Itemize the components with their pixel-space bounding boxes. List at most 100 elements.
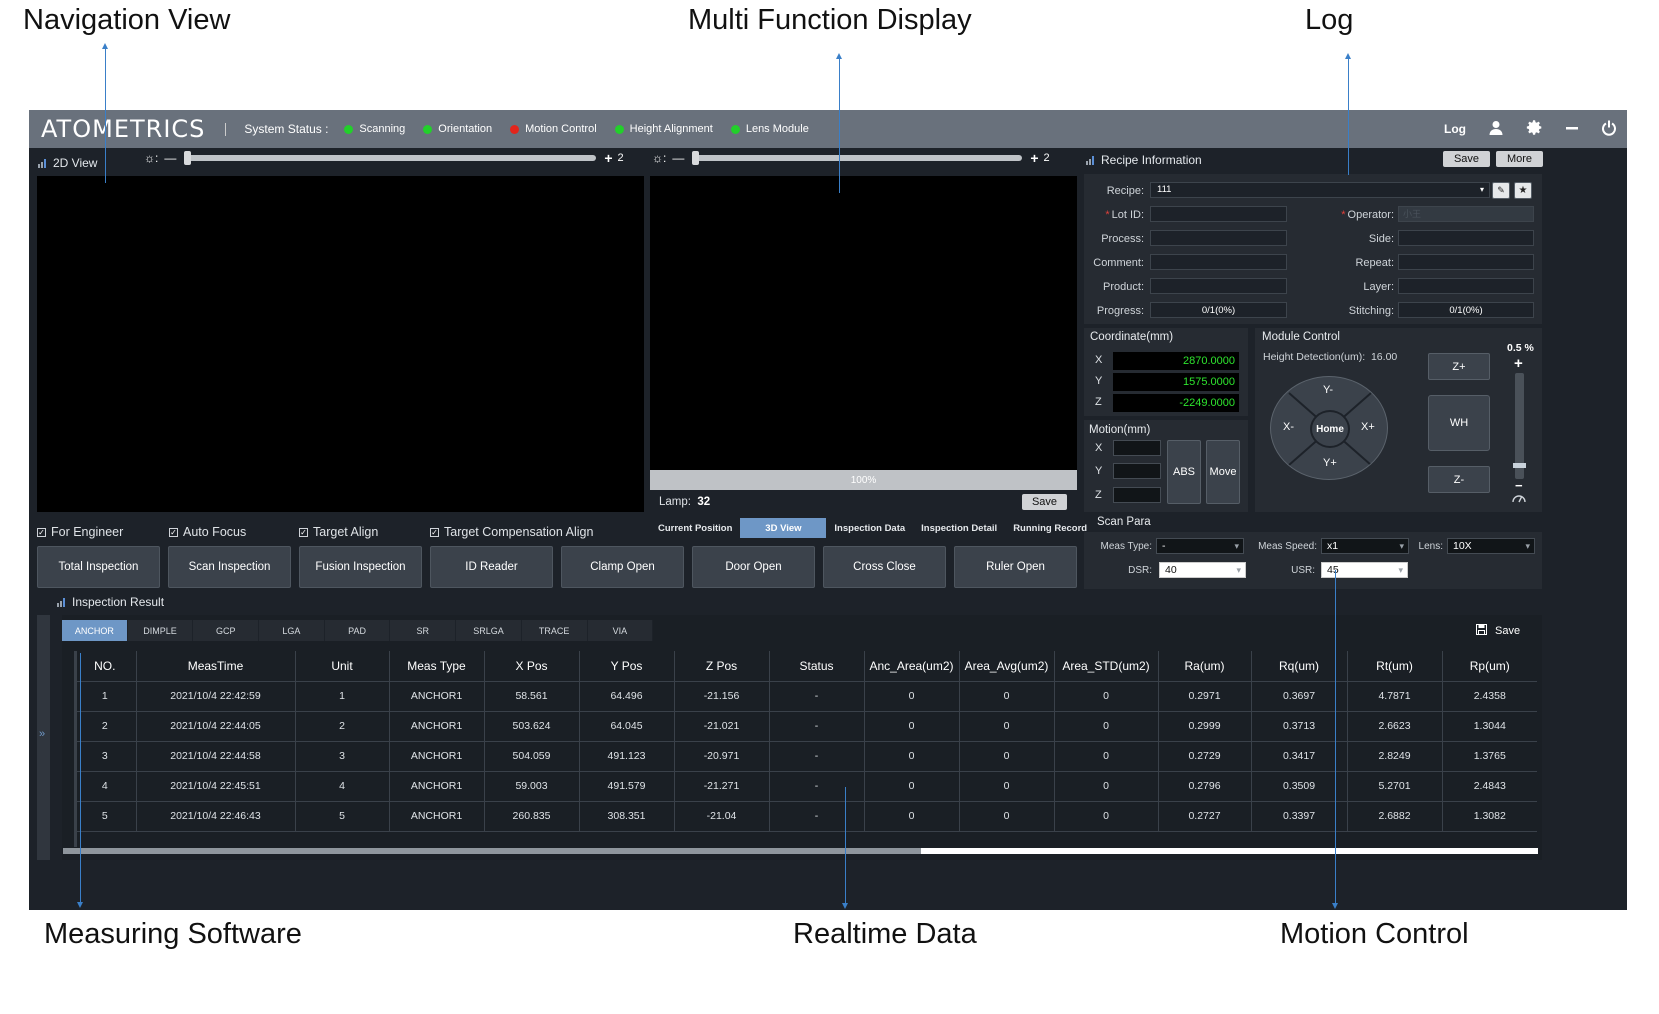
wh-button[interactable]: WH (1428, 395, 1490, 451)
abs-button[interactable]: ABS (1167, 440, 1201, 504)
target-comp-align-checkbox[interactable]: ✓ Target Compensation Align (430, 525, 593, 539)
z-minus-button[interactable]: Z- (1428, 466, 1490, 493)
minimize-icon[interactable] (1565, 121, 1579, 138)
home-button[interactable]: Home (1310, 410, 1350, 448)
x-minus-button[interactable]: X- (1283, 421, 1294, 433)
side-input[interactable] (1398, 230, 1534, 246)
slider-track[interactable] (184, 151, 597, 165)
motion-x-input[interactable] (1113, 440, 1161, 456)
column-header[interactable]: Unit (295, 651, 390, 682)
tab-trace[interactable]: TRACE (522, 620, 588, 641)
recipe-edit-button[interactable]: ✎ (1492, 182, 1510, 199)
column-header[interactable]: Area_STD(um2) (1054, 651, 1159, 682)
expand-icon[interactable]: » (39, 728, 45, 740)
brightness-decrease[interactable]: — (672, 151, 684, 165)
scan-inspection-button[interactable]: Scan Inspection (168, 546, 291, 588)
log-button[interactable]: Log (1444, 122, 1466, 136)
table-row[interactable]: 5 2021/10/4 22:46:43 5 ANCHOR1 260.835 308.35… (74, 801, 1537, 832)
lens-select[interactable]: 10X (1447, 538, 1535, 554)
tab-pad[interactable]: PAD (325, 620, 391, 641)
recipe-favorite-button[interactable]: ★ (1514, 182, 1532, 199)
gear-icon[interactable] (1526, 119, 1543, 139)
power-icon[interactable] (1601, 120, 1617, 139)
column-header[interactable]: Anc_Area(um2) (864, 651, 960, 682)
id-reader-button[interactable]: ID Reader (430, 546, 553, 588)
speed-slider[interactable] (1513, 373, 1526, 479)
tab-gcp[interactable]: GCP (193, 620, 260, 641)
tab-srlga[interactable]: SRLGA (456, 620, 522, 641)
cross-close-button[interactable]: Cross Close (823, 546, 946, 588)
brightness-increase[interactable]: + (1030, 150, 1038, 166)
motion-z-input[interactable] (1113, 487, 1161, 503)
slider-track[interactable] (692, 151, 1023, 165)
recipe-save-button[interactable]: Save (1443, 151, 1490, 167)
ruler-open-button[interactable]: Ruler Open (954, 546, 1077, 588)
dsr-input[interactable]: 40 (1159, 562, 1246, 578)
y-minus-button[interactable]: Y- (1323, 384, 1333, 396)
brightness-decrease[interactable]: — (164, 151, 176, 165)
table-row[interactable]: 1 2021/10/4 22:42:59 1 ANCHOR1 58.561 64.496-… (74, 681, 1537, 712)
column-header[interactable]: Rq(um) (1251, 651, 1348, 682)
column-header[interactable]: Rp(um) (1442, 651, 1537, 682)
checkbox-checked-icon[interactable]: ✓ (37, 527, 46, 537)
tab-via[interactable]: VIA (588, 620, 654, 641)
x-plus-button[interactable]: X+ (1361, 421, 1375, 433)
checkbox-checked-icon[interactable]: ✓ (430, 527, 439, 537)
tab-inspection-data[interactable]: Inspection Data (826, 518, 913, 538)
column-header[interactable]: Ra(um) (1158, 651, 1252, 682)
slider-handle[interactable] (692, 151, 700, 165)
auto-focus-checkbox[interactable]: ✓ Auto Focus (169, 525, 246, 539)
checkbox-checked-icon[interactable]: ✓ (169, 527, 178, 537)
motion-y-input[interactable] (1113, 463, 1161, 479)
horizontal-scrollbar[interactable] (63, 848, 1538, 854)
product-input[interactable] (1150, 278, 1287, 294)
total-inspection-button[interactable]: Total Inspection (37, 546, 160, 588)
tab-running-record[interactable]: Running Record (1005, 518, 1095, 538)
user-icon[interactable] (1488, 120, 1504, 139)
tab-sr[interactable]: SR (390, 620, 457, 641)
target-align-checkbox[interactable]: ✓ Target Align (299, 525, 378, 539)
speed-slider-handle[interactable] (1513, 462, 1526, 468)
mfd-display[interactable] (650, 176, 1077, 470)
move-button[interactable]: Move (1206, 440, 1240, 504)
tab-3d-view[interactable]: 3D View (740, 518, 827, 538)
meas-type-select[interactable]: - (1156, 538, 1244, 554)
column-header[interactable]: X Pos (484, 651, 580, 682)
layer-input[interactable] (1398, 278, 1534, 294)
table-row[interactable]: 3 2021/10/4 22:44:58 3 ANCHOR1 504.059 491.12… (74, 741, 1537, 772)
operator-input[interactable]: 小王 (1398, 206, 1534, 222)
slider-handle[interactable] (184, 151, 192, 165)
checkbox-checked-icon[interactable]: ✓ (299, 527, 308, 537)
repeat-input[interactable] (1398, 254, 1534, 270)
door-open-button[interactable]: Door Open (692, 546, 815, 588)
tab-anchor[interactable]: ANCHOR (62, 620, 128, 641)
side-collapse-bar[interactable]: » (37, 615, 50, 860)
results-save-button[interactable]: Save (1476, 624, 1520, 638)
nav-2d-view[interactable] (37, 176, 644, 512)
for-engineer-checkbox[interactable]: ✓ For Engineer (37, 525, 123, 539)
nav-brightness-slider[interactable]: ☼: — + 2 (144, 150, 624, 166)
column-header[interactable]: Z Pos (674, 651, 770, 682)
z-plus-button[interactable]: Z+ (1428, 353, 1490, 380)
column-header[interactable]: Meas Type (389, 651, 485, 682)
mfd-brightness-slider[interactable]: ☼: — + 2 (652, 150, 1050, 166)
fusion-inspection-button[interactable]: Fusion Inspection (299, 546, 422, 588)
tab-inspection-detail[interactable]: Inspection Detail (913, 518, 1005, 538)
brightness-increase[interactable]: + (604, 150, 612, 166)
meas-speed-select[interactable]: x1 (1321, 538, 1409, 554)
recipe-select[interactable]: 111 ▾ (1150, 182, 1490, 198)
column-header[interactable]: Area_Avg(um2) (959, 651, 1055, 682)
table-row[interactable]: 4 2021/10/4 22:45:51 4 ANCHOR1 59.003 491.579… (74, 771, 1537, 802)
recipe-more-button[interactable]: More (1496, 151, 1543, 167)
column-header[interactable]: Status (769, 651, 865, 682)
column-header[interactable]: Rt(um) (1347, 651, 1443, 682)
process-input[interactable] (1150, 230, 1287, 246)
lot-id-input[interactable] (1150, 206, 1287, 222)
mfd-save-button[interactable]: Save (1022, 494, 1067, 510)
tab-dimple[interactable]: DIMPLE (128, 620, 194, 641)
comment-input[interactable] (1150, 254, 1287, 270)
column-header[interactable]: MeasTime (136, 651, 296, 682)
column-header[interactable]: Y Pos (579, 651, 675, 682)
speed-increase-icon[interactable]: + (1514, 355, 1523, 372)
scrollbar-thumb[interactable] (63, 848, 921, 854)
